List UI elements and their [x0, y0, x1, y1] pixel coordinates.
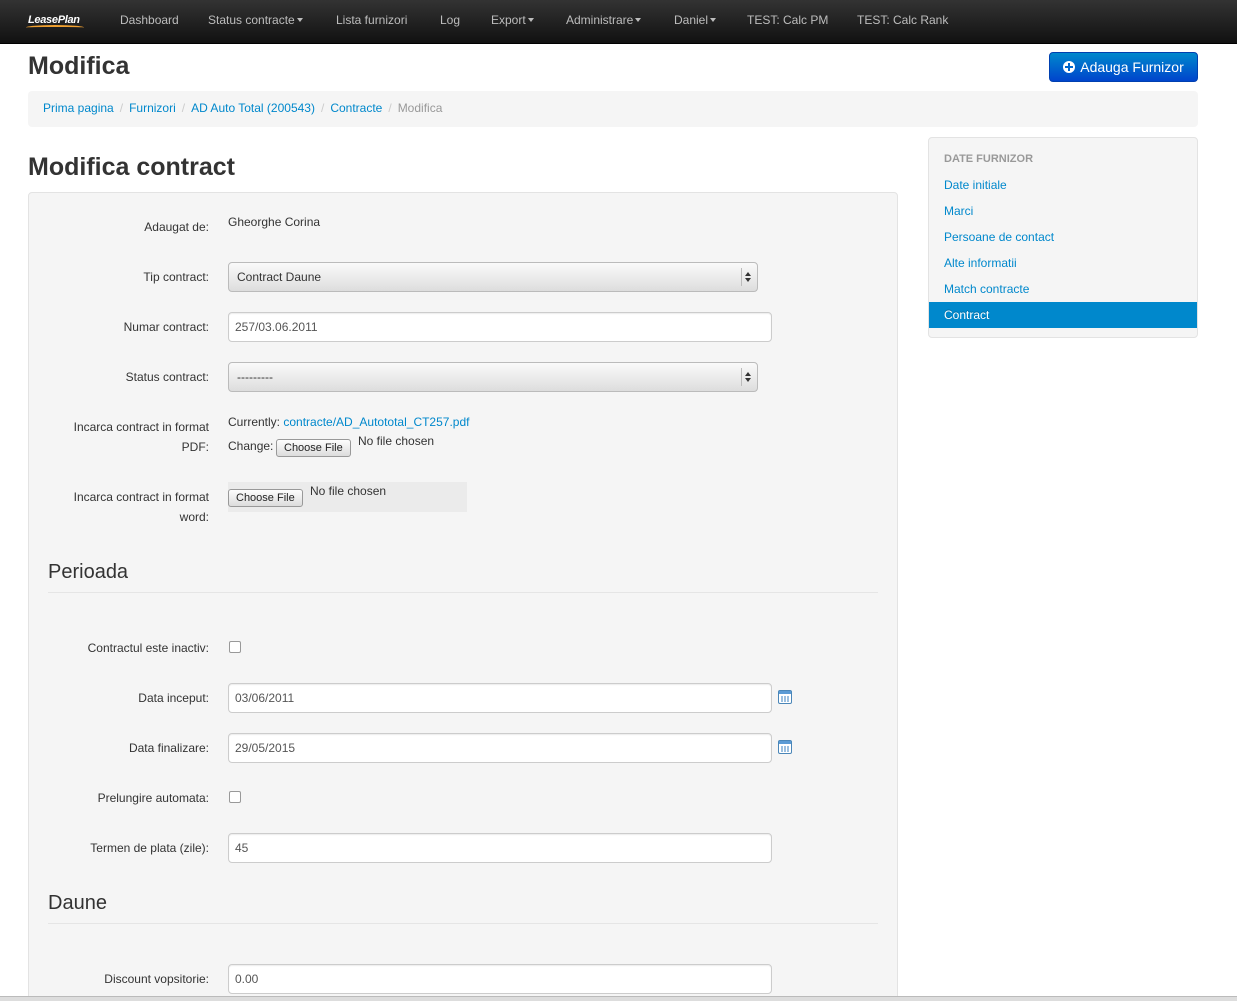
inactive-checkbox[interactable]	[229, 641, 241, 653]
word-upload-label-line2: word:	[179, 510, 209, 524]
page-title: Modifica	[28, 52, 130, 80]
nav-test-calc-rank[interactable]: TEST: Calc Rank	[857, 13, 948, 27]
breadcrumb-separator: /	[388, 101, 392, 115]
sidebar-header: DATE FURNIZOR	[944, 153, 1034, 165]
pdf-upload-label-line2: PDF:	[181, 440, 209, 454]
pdf-currently-label: Currently:	[228, 415, 281, 429]
sidebar-item-alte-informatii[interactable]: Alte informatii	[929, 250, 1197, 276]
data-finalizare-label: Data finalizare:	[128, 741, 209, 755]
pdf-current-file-link[interactable]: contracte/AD_Autototal_CT257.pdf	[283, 415, 469, 429]
word-upload-label-line1: Incarca contract in format	[73, 490, 209, 504]
breadcrumb-separator: /	[320, 101, 325, 115]
select-arrows-icon	[741, 268, 753, 286]
breadcrumb-furnizor[interactable]: AD Auto Total (200543)	[191, 101, 315, 115]
word-choose-file-button[interactable]: Choose File	[228, 489, 303, 507]
termen-plata-input[interactable]: 45	[228, 833, 772, 863]
sidebar-item-match-contracte[interactable]: Match contracte	[929, 276, 1197, 302]
leaseplan-logo[interactable]: LeasePlan	[26, 10, 88, 34]
breadcrumb-current: Modifica	[397, 101, 443, 115]
calendar-icon[interactable]	[778, 690, 792, 704]
breadcrumb-separator: /	[181, 101, 186, 115]
nav-lista-furnizori[interactable]: Lista furnizori	[336, 13, 407, 27]
breadcrumb: Prima pagina / Furnizori / AD Auto Total (20…	[28, 91, 1198, 127]
breadcrumb-separator: /	[119, 101, 124, 115]
pdf-current-row: Currently: contracte/AD_Autototal_CT257.…	[228, 415, 469, 429]
sidebar-item-persoane-de-contact[interactable]: Persoane de contact	[929, 224, 1197, 250]
status-contract-select[interactable]: ---------	[228, 362, 758, 392]
nav-administrare[interactable]: Administrare	[566, 13, 642, 27]
contract-form: Adaugat de: Gheorghe Corina Tip contract…	[28, 192, 898, 1001]
data-finalizare-input[interactable]: 29/05/2015	[228, 733, 772, 763]
numar-contract-label: Numar contract:	[123, 320, 209, 334]
data-inceput-label: Data inceput:	[138, 691, 209, 705]
caret-down-icon	[296, 17, 303, 22]
pdf-upload-label-line1: Incarca contract in format	[73, 420, 209, 434]
prelungire-checkbox[interactable]	[229, 791, 241, 803]
added-by-label: Adaugat de:	[144, 220, 209, 234]
breadcrumb-prima-pagina[interactable]: Prima pagina	[43, 101, 114, 115]
pdf-change-label: Change:	[228, 439, 274, 453]
sidebar-item-contract[interactable]: Contract	[929, 302, 1197, 328]
discount-vopsitorie-label: Discount vopsitorie:	[104, 972, 209, 986]
sidebar-item-date-initiale[interactable]: Date initiale	[929, 172, 1197, 198]
caret-down-icon	[527, 17, 534, 22]
word-file-status: No file chosen	[310, 484, 387, 498]
sidebar-nav: DATE FURNIZOR Date initiale Marci Persoa…	[928, 137, 1198, 338]
nav-export[interactable]: Export	[491, 13, 534, 27]
form-title: Modifica contract	[28, 153, 235, 181]
discount-vopsitorie-input[interactable]: 0.00	[228, 964, 772, 994]
breadcrumb-contracte[interactable]: Contracte	[330, 101, 382, 115]
nav-log[interactable]: Log	[440, 13, 460, 27]
top-navbar: LeasePlan Dashboard Status contracte Lis…	[0, 0, 1237, 44]
tip-contract-selected: Contract Daune	[237, 270, 322, 284]
caret-down-icon	[635, 17, 642, 22]
daune-divider	[48, 923, 878, 924]
numar-contract-input[interactable]: 257/03.06.2011	[228, 312, 772, 342]
status-contract-label: Status contract:	[125, 370, 209, 384]
add-furnizor-label: Adauga Furnizor	[1080, 59, 1184, 75]
caret-down-icon	[710, 17, 717, 22]
breadcrumb-furnizori[interactable]: Furnizori	[129, 101, 176, 115]
nav-user-daniel[interactable]: Daniel	[674, 13, 717, 27]
pdf-file-status: No file chosen	[358, 434, 435, 448]
tip-contract-select[interactable]: Contract Daune	[228, 262, 758, 292]
window-bottom-edge	[0, 996, 1237, 1001]
nav-status-contracte[interactable]: Status contracte	[208, 13, 303, 27]
nav-dashboard[interactable]: Dashboard	[120, 13, 179, 27]
select-arrows-icon	[741, 368, 753, 386]
sidebar-item-marci[interactable]: Marci	[929, 198, 1197, 224]
daune-legend: Daune	[48, 892, 107, 914]
termen-plata-label: Termen de plata (zile):	[90, 841, 209, 855]
data-inceput-input[interactable]: 03/06/2011	[228, 683, 772, 713]
added-by-value: Gheorghe Corina	[228, 215, 321, 229]
prelungire-label: Prelungire automata:	[97, 791, 209, 805]
inactive-label: Contractul este inactiv:	[87, 641, 209, 655]
plus-circle-icon	[1063, 61, 1076, 73]
nav-test-calc-pm[interactable]: TEST: Calc PM	[747, 13, 828, 27]
add-furnizor-button[interactable]: Adauga Furnizor	[1049, 52, 1198, 82]
tip-contract-label: Tip contract:	[143, 270, 209, 284]
calendar-icon[interactable]	[778, 740, 792, 754]
status-contract-selected: ---------	[237, 370, 273, 384]
logo-swoosh-icon	[26, 25, 84, 30]
pdf-choose-file-button[interactable]: Choose File	[276, 439, 351, 457]
perioada-divider	[48, 592, 878, 593]
perioada-legend: Perioada	[48, 561, 129, 583]
